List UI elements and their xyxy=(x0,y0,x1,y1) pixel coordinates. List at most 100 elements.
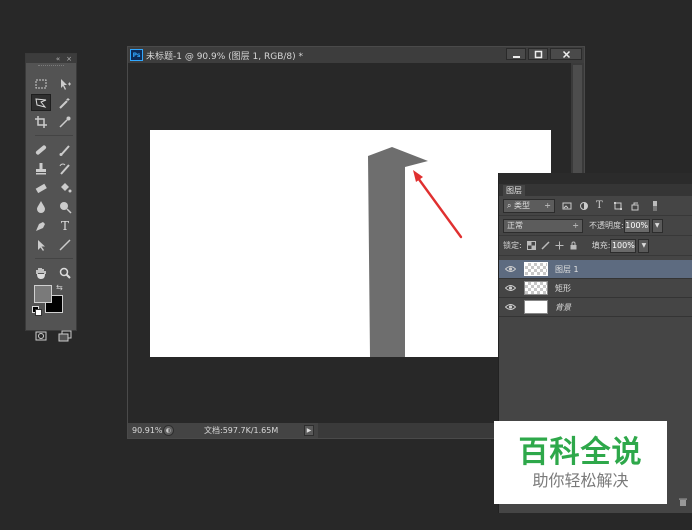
select-arrows-icon: ÷ xyxy=(544,201,551,210)
paint-bucket-icon xyxy=(61,182,72,192)
type-tool[interactable]: T xyxy=(55,217,75,234)
delete-layer-icon[interactable] xyxy=(678,497,688,507)
dodge-tool[interactable] xyxy=(55,198,75,215)
filter-smart-object-icon[interactable] xyxy=(630,201,640,211)
close-button[interactable] xyxy=(550,48,582,60)
document-title: 未标题-1 @ 90.9% (图层 1, RGB/8) * xyxy=(146,51,303,62)
eyedropper-icon xyxy=(59,116,71,128)
minimize-icon xyxy=(512,55,520,58)
layer-filter-row: ⌕ 类型 ÷ T xyxy=(499,196,692,216)
lock-label: 锁定: xyxy=(503,241,522,250)
close-panel-button[interactable]: × xyxy=(66,55,72,63)
document-titlebar[interactable]: Ps 未标题-1 @ 90.9% (图层 1, RGB/8) * xyxy=(128,47,584,63)
quick-select-tool[interactable] xyxy=(55,94,75,111)
layer-row-layer-1[interactable]: 图层 1 xyxy=(499,260,692,279)
image-canvas[interactable] xyxy=(150,130,551,357)
crop-tool[interactable] xyxy=(31,113,51,130)
default-colors-icon[interactable] xyxy=(32,306,42,316)
foreground-color-swatch[interactable] xyxy=(34,285,52,303)
tools-panel: « × T ⇆ xyxy=(25,53,77,341)
hand-tool[interactable] xyxy=(31,264,51,281)
fill-input[interactable]: 100% xyxy=(610,238,637,253)
layer-thumbnail xyxy=(524,300,548,314)
move-tool[interactable] xyxy=(55,75,75,92)
lasso-tool[interactable] xyxy=(31,94,51,111)
layers-panel-header[interactable] xyxy=(499,173,692,184)
eye-visibility-icon[interactable] xyxy=(504,302,517,312)
photoshop-logo-icon: Ps xyxy=(130,49,143,61)
layer-name: 图层 1 xyxy=(555,264,579,274)
brush-icon xyxy=(59,144,70,156)
quick-mask-icon xyxy=(35,331,47,340)
screen-mode-icon xyxy=(58,330,72,341)
marquee-tool[interactable] xyxy=(31,75,51,92)
filter-adjustment-icon[interactable] xyxy=(579,201,589,211)
red-annotation-arrow xyxy=(413,170,463,239)
tab-layers[interactable]: 图层 xyxy=(503,185,525,196)
line-icon xyxy=(59,238,71,251)
blend-opacity-row: 正常 ÷ 不透明度: 100% ▼ xyxy=(499,216,692,236)
layer-thumbnail xyxy=(524,281,548,295)
close-icon xyxy=(562,50,570,58)
document-size-info: 文档:597.7K/1.65M xyxy=(204,426,279,435)
filter-kind-select[interactable]: ⌕ 类型 ÷ xyxy=(503,198,555,213)
lock-all-icon[interactable] xyxy=(569,241,578,250)
layer-row-background[interactable]: 背景 xyxy=(499,298,692,317)
opacity-dropdown-icon[interactable]: ▼ xyxy=(651,218,663,233)
opacity-label: 不透明度: xyxy=(589,221,624,230)
tool-grid: T xyxy=(26,71,76,281)
screen-mode-button[interactable] xyxy=(55,327,75,344)
eye-visibility-icon[interactable] xyxy=(504,264,517,274)
lock-brush-icon[interactable] xyxy=(541,241,550,250)
canvas-artwork xyxy=(368,147,463,357)
layer-name: 背景 xyxy=(555,302,571,312)
clone-stamp-tool[interactable] xyxy=(31,160,51,177)
fill-dropdown-icon[interactable]: ▼ xyxy=(638,238,650,253)
tools-panel-titlebar: « × xyxy=(26,54,76,63)
pen-icon xyxy=(36,221,45,231)
move-icon xyxy=(61,78,71,90)
brush-tool[interactable] xyxy=(55,141,75,158)
status-info-icon[interactable]: ◐ xyxy=(163,425,174,436)
status-menu-arrow-icon[interactable]: ▶ xyxy=(304,425,314,436)
blur-tool[interactable] xyxy=(31,198,51,215)
history-brush-tool[interactable] xyxy=(55,160,75,177)
filter-toggle-switch[interactable] xyxy=(650,200,660,211)
lock-move-icon[interactable] xyxy=(555,241,564,250)
fill-label: 填充: xyxy=(591,241,611,250)
paint-bucket-tool[interactable] xyxy=(55,179,75,196)
lock-fill-row: 锁定: 填充: 100% ▼ xyxy=(499,236,692,256)
filter-shape-icon[interactable] xyxy=(613,201,623,211)
window-controls xyxy=(506,48,582,60)
opacity-input[interactable]: 100% xyxy=(623,218,650,233)
healing-brush-tool[interactable] xyxy=(31,141,51,158)
eye-visibility-icon[interactable] xyxy=(504,283,517,293)
swap-colors-icon[interactable]: ⇆ xyxy=(56,283,63,292)
color-swatches: ⇆ xyxy=(32,283,76,325)
maximize-button[interactable] xyxy=(528,48,548,60)
pen-tool[interactable] xyxy=(31,217,51,234)
zoom-level-field[interactable]: 90.91% xyxy=(128,426,163,435)
magnifier-icon xyxy=(59,267,71,279)
quick-mask-button[interactable] xyxy=(31,327,51,344)
lock-transparent-icon[interactable] xyxy=(526,241,536,250)
minimize-button[interactable] xyxy=(506,48,526,60)
layer-row-rectangle[interactable]: 矩形 xyxy=(499,279,692,298)
line-tool[interactable] xyxy=(55,236,75,253)
filter-pixel-icon[interactable] xyxy=(562,201,572,211)
bandage-icon xyxy=(35,144,47,155)
layer-name: 矩形 xyxy=(555,283,571,293)
collapse-panel-button[interactable]: « xyxy=(56,55,60,63)
search-icon: ⌕ xyxy=(507,201,512,210)
watermark-subtitle: 助你轻松解决 xyxy=(532,470,629,490)
path-select-tool[interactable] xyxy=(31,236,51,253)
eraser-icon xyxy=(35,183,47,193)
polygonal-lasso-icon xyxy=(35,97,47,108)
blend-mode-select[interactable]: 正常 ÷ xyxy=(503,218,583,233)
zoom-tool[interactable] xyxy=(55,264,75,281)
eyedropper-tool[interactable] xyxy=(55,113,75,130)
hand-icon xyxy=(36,267,46,279)
filter-type-icon[interactable]: T xyxy=(596,200,606,211)
eraser-tool[interactable] xyxy=(31,179,51,196)
layer-thumbnail xyxy=(524,262,548,276)
